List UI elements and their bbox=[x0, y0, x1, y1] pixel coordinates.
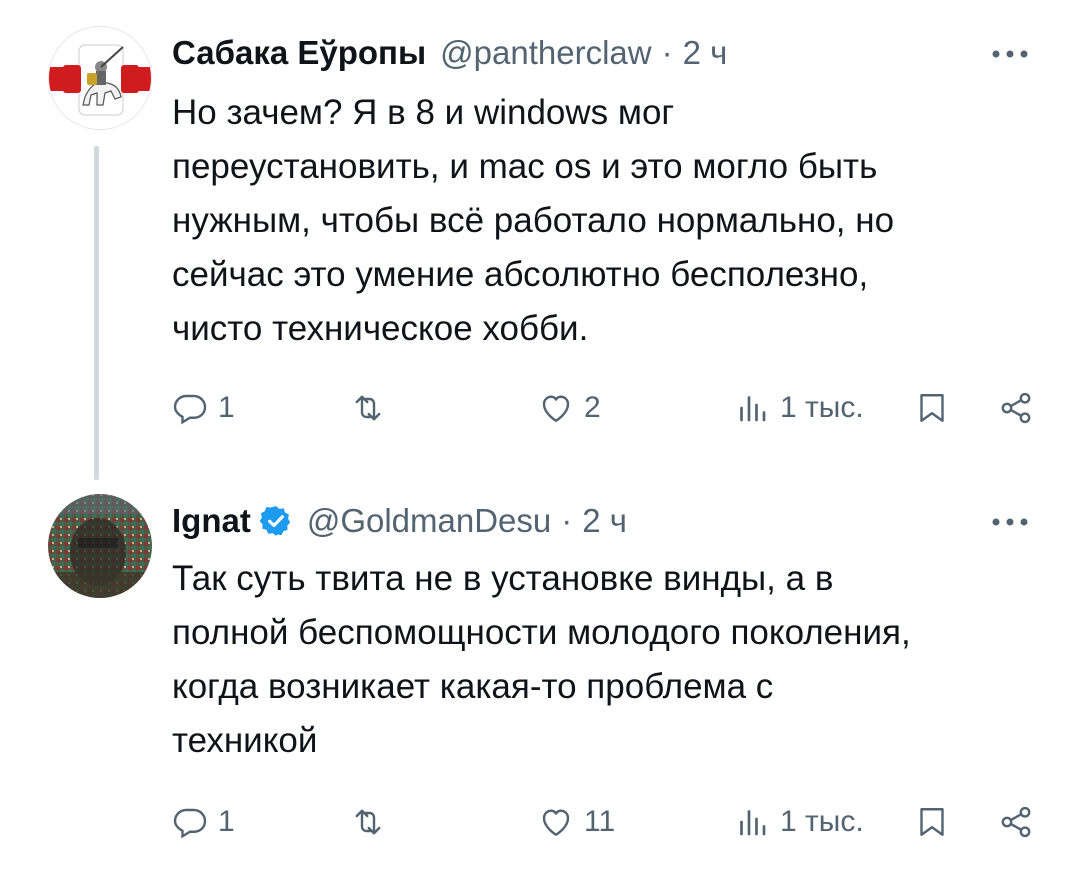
share-button[interactable] bbox=[998, 798, 1034, 846]
retweet-button[interactable] bbox=[350, 384, 396, 432]
views-count: 1 тыс. bbox=[780, 391, 864, 424]
more-icon[interactable] bbox=[988, 42, 1032, 66]
avatar[interactable] bbox=[48, 26, 152, 130]
more-icon[interactable] bbox=[988, 510, 1032, 534]
share-button[interactable] bbox=[998, 384, 1034, 432]
tweet-text: Так суть твита не в установке винды, а в… bbox=[172, 559, 911, 760]
reply-count: 1 bbox=[218, 805, 235, 838]
reply-icon bbox=[173, 808, 207, 839]
share-icon bbox=[1001, 806, 1031, 838]
timestamp[interactable]: 2 ч bbox=[582, 498, 627, 544]
views-icon bbox=[740, 396, 766, 422]
tweet-header: Сабака Еўропы @pantherclaw · 2 ч bbox=[172, 30, 727, 76]
separator: · bbox=[561, 502, 573, 539]
tweet[interactable]: Ignat @GoldmanDesu · 2 ч Так суть твита … bbox=[0, 478, 1080, 870]
author-name[interactable]: Сабака Еўропы bbox=[172, 30, 426, 76]
separator: · bbox=[661, 34, 673, 71]
reply-button[interactable]: 1 bbox=[172, 384, 235, 432]
views-button[interactable]: 1 тыс. bbox=[734, 384, 864, 432]
action-bar: 1 2 1 тыс. bbox=[172, 384, 1042, 432]
like-icon bbox=[542, 809, 570, 836]
action-bar: 1 11 1 тыс. bbox=[172, 798, 1042, 846]
retweet-button[interactable] bbox=[350, 798, 396, 846]
pahonia-avatar-icon bbox=[49, 27, 151, 129]
reply-count: 1 bbox=[218, 391, 235, 424]
like-button[interactable]: 11 bbox=[538, 798, 615, 846]
bookmark-button[interactable] bbox=[914, 798, 950, 846]
share-icon bbox=[1001, 392, 1031, 424]
tweet[interactable]: Сабака Еўропы @pantherclaw · 2 ч Но заче… bbox=[0, 0, 1080, 480]
views-count: 1 тыс. bbox=[780, 805, 864, 838]
like-button[interactable]: 2 bbox=[538, 384, 601, 432]
author-handle[interactable]: @GoldmanDesu bbox=[307, 498, 551, 544]
reply-icon bbox=[173, 394, 207, 425]
tweet-header: Ignat @GoldmanDesu · 2 ч bbox=[172, 498, 627, 544]
like-count: 2 bbox=[584, 391, 601, 424]
glitch-portrait-avatar-icon bbox=[48, 494, 152, 598]
verified-badge-icon[interactable] bbox=[259, 504, 293, 538]
retweet-icon bbox=[355, 809, 381, 835]
like-icon bbox=[542, 395, 570, 422]
bookmark-button[interactable] bbox=[914, 384, 950, 432]
author-name[interactable]: Ignat bbox=[172, 498, 251, 544]
bookmark-icon bbox=[920, 808, 944, 836]
tweet-text: Но зачем? Я в 8 и windows мог переустано… bbox=[172, 93, 895, 348]
views-icon bbox=[740, 810, 766, 836]
views-button[interactable]: 1 тыс. bbox=[734, 798, 864, 846]
retweet-icon bbox=[355, 395, 381, 421]
like-count: 11 bbox=[584, 805, 616, 838]
author-handle[interactable]: @pantherclaw bbox=[440, 30, 651, 76]
timestamp[interactable]: 2 ч bbox=[683, 30, 728, 76]
reply-button[interactable]: 1 bbox=[172, 798, 235, 846]
avatar[interactable] bbox=[48, 494, 152, 598]
bookmark-icon bbox=[920, 394, 944, 422]
thread-connector bbox=[94, 146, 99, 480]
